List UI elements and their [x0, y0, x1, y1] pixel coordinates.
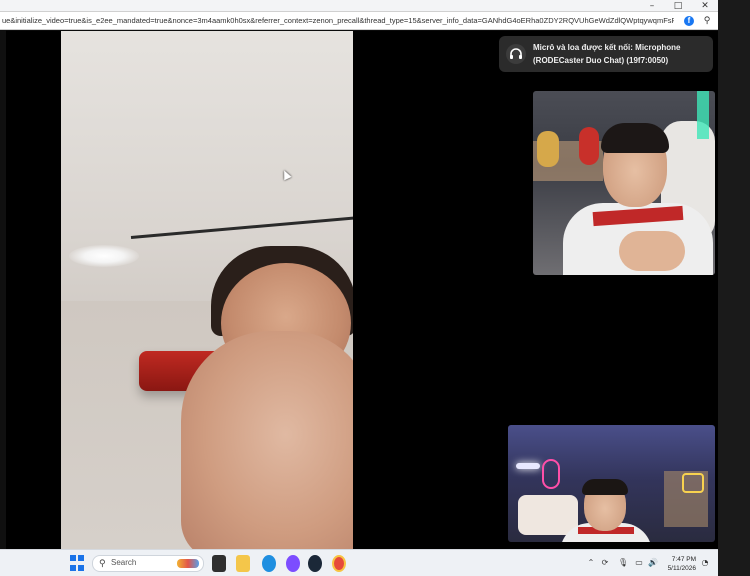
video-ceiling-edge: [130, 215, 353, 239]
tile2-sofa: [518, 495, 578, 535]
tray-volume-icon[interactable]: 🔊: [648, 558, 658, 568]
headset-icon: [506, 44, 526, 64]
taskbar-clock-time[interactable]: 7:47 PM: [662, 556, 696, 564]
participant-tile-self[interactable]: [533, 91, 715, 275]
toast-line-1: Micrô và loa được kết nối: Microphone: [533, 43, 681, 52]
chrome-icon[interactable]: [332, 555, 346, 572]
zoom-icon[interactable]: ⚲: [701, 15, 713, 27]
task-view-icon[interactable]: [212, 555, 226, 572]
audio-device-toast: Micrô và loa được kết nối: Microphone (R…: [499, 36, 713, 72]
taskbar-clock-date[interactable]: 5/11/2026: [658, 565, 696, 573]
tile-toy-red: [579, 127, 599, 165]
window-right-edge: [718, 0, 750, 576]
search-icon: ⚲: [99, 559, 106, 569]
maximize-button[interactable]: □: [665, 0, 691, 12]
url-text[interactable]: ue&initialize_video=true&is_e2ee_mandate…: [2, 12, 674, 30]
taskbar-search[interactable]: ⚲ Search: [92, 555, 204, 572]
start-button[interactable]: [70, 555, 84, 572]
taskbar-search-placeholder: Search: [111, 558, 137, 567]
tray-mic-icon[interactable]: 🎙: [618, 558, 628, 568]
mouse-cursor-icon: [280, 168, 292, 181]
facebook-icon[interactable]: f: [684, 16, 694, 26]
windows-taskbar: ⚲ Search ⌃ ⟳ 🎙 ▭ 🔊 7:47 PM 5/11/2026 ◔: [0, 549, 718, 576]
toast-line-2: (RODECaster Duo Chat) (19f7:0050): [533, 56, 669, 65]
tile2-person-hair: [582, 479, 628, 495]
tile2-neon-frame: [682, 473, 704, 493]
file-explorer-icon[interactable]: [236, 555, 250, 572]
tray-sync-icon[interactable]: ⟳: [600, 558, 610, 568]
minimize-button[interactable]: –: [639, 0, 665, 12]
tile2-lamp: [516, 463, 540, 469]
video-ceiling-light: [69, 245, 139, 267]
steam-icon[interactable]: [308, 555, 322, 572]
tile2-neon-sign: [542, 459, 560, 489]
search-highlight-icon: [177, 559, 199, 568]
toast-message: Micrô và loa được kết nối: Microphone (R…: [533, 41, 709, 67]
participant-tile-2[interactable]: [508, 425, 715, 542]
tile-toy-yellow: [537, 131, 559, 167]
tile-person-hair: [601, 123, 669, 153]
tray-display-icon[interactable]: ▭: [634, 558, 644, 568]
tray-chevron-icon[interactable]: ⌃: [586, 558, 596, 568]
close-button[interactable]: ✕: [692, 0, 718, 12]
browser-titlebar: – □ ✕: [0, 0, 718, 12]
messenger-icon[interactable]: [286, 555, 300, 572]
edge-icon[interactable]: [262, 555, 276, 572]
video-person-hand: [181, 331, 353, 549]
remote-video-feed[interactable]: [61, 31, 353, 549]
notification-bell-icon[interactable]: ◔: [700, 558, 710, 568]
tile-led-light: [697, 91, 709, 139]
address-bar[interactable]: ue&initialize_video=true&is_e2ee_mandate…: [0, 12, 718, 30]
tile-person-hands: [619, 231, 685, 271]
